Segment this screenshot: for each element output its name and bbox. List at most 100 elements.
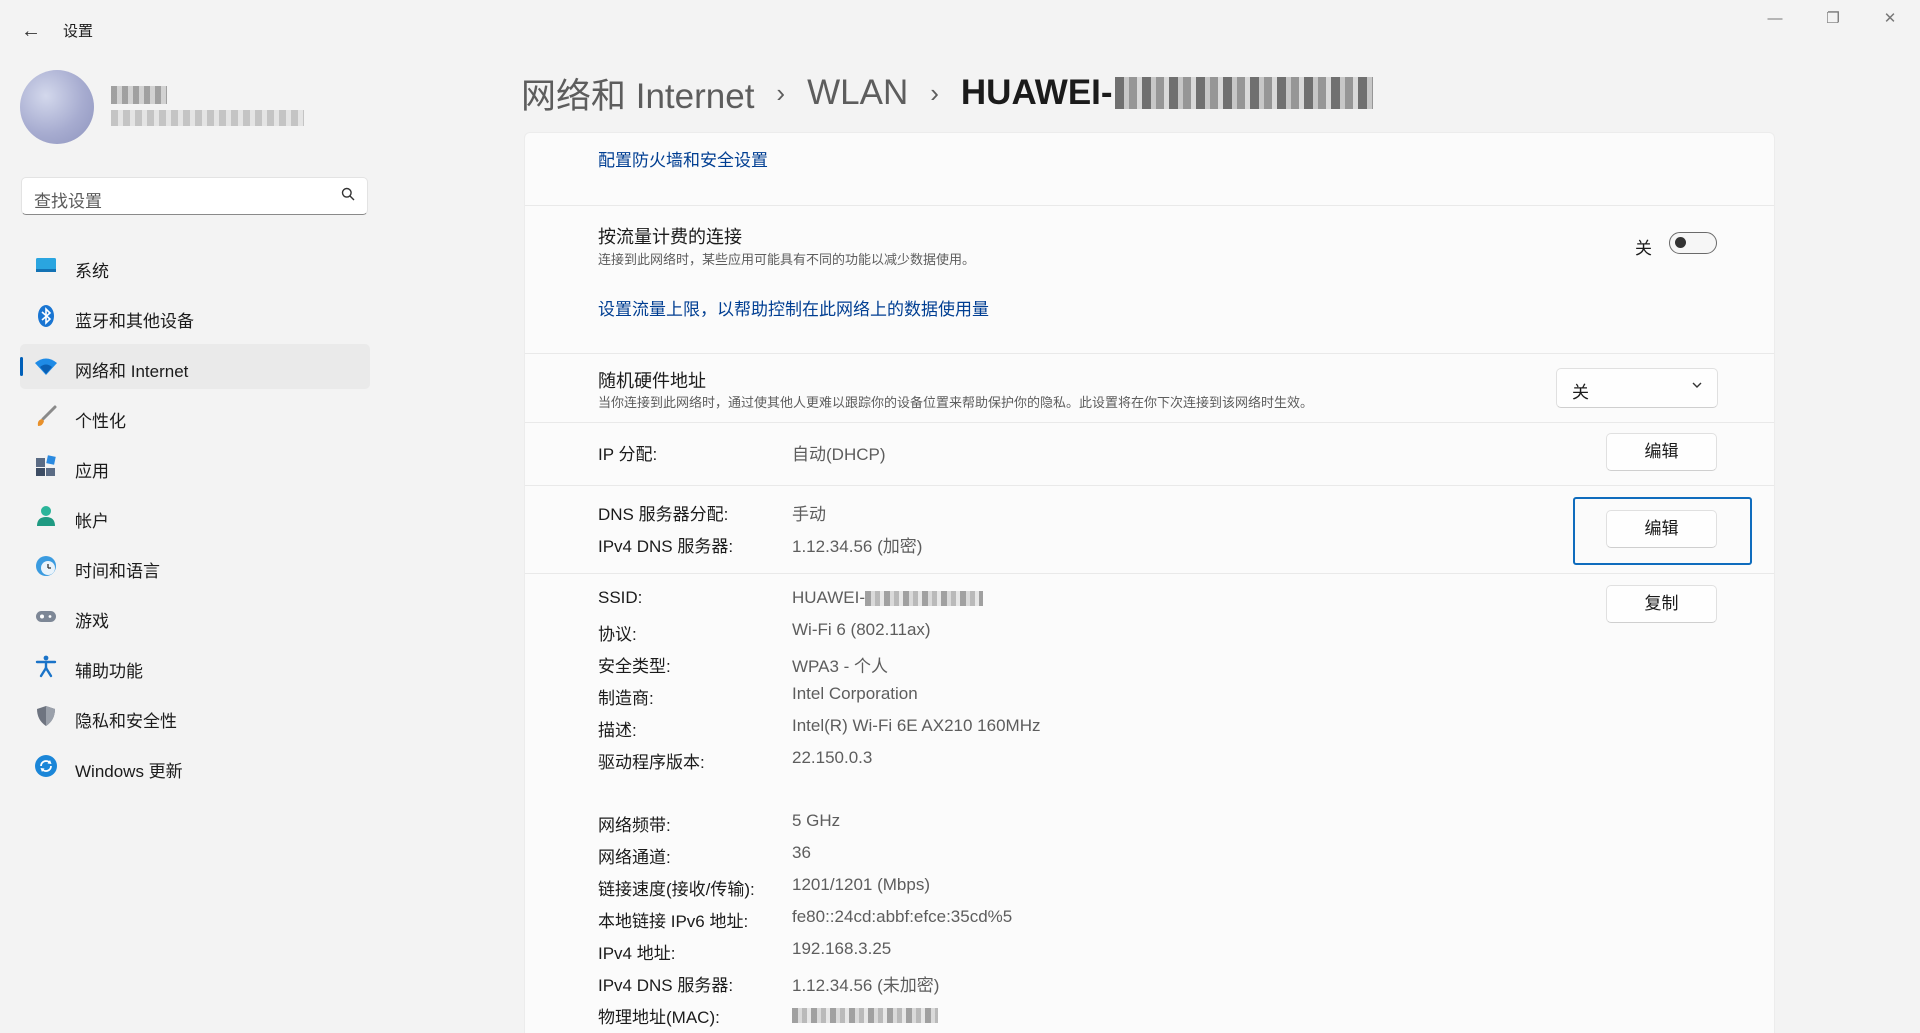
edit-dns-button[interactable]: 编辑 — [1606, 510, 1717, 548]
clock-globe-icon — [34, 554, 58, 578]
sidebar-item-label: 应用 — [75, 462, 109, 481]
sidebar-item-label: 时间和语言 — [75, 562, 160, 581]
property-value: 36 — [792, 843, 811, 862]
user-name-redacted — [111, 86, 167, 104]
ssid-redacted — [1114, 77, 1373, 109]
property-key: 制造商: — [598, 689, 654, 708]
sidebar-item-label: Windows 更新 — [75, 762, 183, 781]
minimize-button[interactable]: — — [1755, 8, 1795, 30]
divider — [525, 353, 1774, 354]
property-key: 网络频带: — [598, 816, 671, 835]
sidebar-item-personalization[interactable]: 个性化 — [20, 394, 370, 439]
property-value: Wi-Fi 6 (802.11ax) — [792, 620, 931, 639]
property-value: Intel(R) Wi-Fi 6E AX210 160MHz — [792, 716, 1041, 735]
sidebar-item-accounts[interactable]: 帐户 — [20, 494, 370, 539]
metered-connection-title: 按流量计费的连接 — [598, 227, 742, 247]
mac-key: 物理地址(MAC): — [598, 1008, 720, 1027]
search-placeholder: 查找设置 — [34, 192, 102, 211]
data-limit-link[interactable]: 设置流量上限，以帮助控制在此网络上的数据使用量 — [598, 295, 989, 320]
sidebar-item-label: 网络和 Internet — [75, 362, 189, 381]
copy-button[interactable]: 复制 — [1606, 585, 1717, 623]
apps-icon — [34, 454, 58, 478]
ssid-prefix: HUAWEI- — [792, 588, 866, 607]
breadcrumb: 网络和 Internet › WLAN › HUAWEI- — [521, 68, 1373, 118]
sidebar-item-label: 系统 — [75, 262, 109, 281]
divider — [525, 205, 1774, 206]
sidebar-item-label: 隐私和安全性 — [75, 712, 177, 731]
sidebar-item-accessibility[interactable]: 辅助功能 — [20, 644, 370, 689]
sidebar-nav: 系统 蓝牙和其他设备 网络和 Internet 个性化 应用 帐户 时间和语言 … — [20, 244, 370, 794]
restore-button[interactable]: ❐ — [1813, 8, 1853, 30]
user-email-redacted — [111, 110, 304, 126]
mac-value — [792, 1005, 938, 1025]
random-mac-desc: 当你连接到此网络时，通过使其他人更难以跟踪你的设备位置来帮助保护你的隐私。此设置… — [598, 395, 1314, 410]
app-title: 设置 — [63, 23, 94, 40]
firewall-settings-link[interactable]: 配置防火墙和安全设置 — [598, 146, 768, 171]
property-value: 1201/1201 (Mbps) — [792, 875, 930, 894]
avatar[interactable] — [20, 70, 94, 144]
bluetooth-icon — [34, 304, 58, 328]
random-mac-dropdown[interactable]: 关 — [1556, 368, 1718, 408]
sidebar-item-privacy[interactable]: 隐私和安全性 — [20, 694, 370, 739]
sidebar-item-apps[interactable]: 应用 — [20, 444, 370, 489]
edit-ip-button[interactable]: 编辑 — [1606, 433, 1717, 471]
toggle-knob — [1675, 237, 1686, 248]
brush-icon — [34, 404, 58, 428]
back-arrow-icon[interactable]: ← — [18, 18, 44, 44]
mac-redacted — [792, 1008, 938, 1024]
property-key: IPv4 DNS 服务器: — [598, 976, 734, 995]
monitor-icon — [34, 254, 58, 278]
ip-assignment-value: 自动(DHCP) — [792, 445, 886, 464]
divider — [525, 422, 1774, 423]
sidebar-item-time-language[interactable]: 时间和语言 — [20, 544, 370, 589]
metered-connection-desc: 连接到此网络时，某些应用可能具有不同的功能以减少数据使用。 — [598, 252, 976, 267]
property-value: WPA3 - 个人 — [792, 657, 889, 676]
sidebar-item-bluetooth[interactable]: 蓝牙和其他设备 — [20, 294, 370, 339]
property-key: 协议: — [598, 625, 637, 644]
sidebar-item-gaming[interactable]: 游戏 — [20, 594, 370, 639]
ssid-key: SSID: — [598, 588, 643, 607]
property-key: 驱动程序版本: — [598, 753, 705, 772]
breadcrumb-wlan[interactable]: WLAN — [807, 73, 908, 113]
property-value: fe80::24cd:abbf:efce:35cd%5 — [792, 907, 1013, 926]
property-value: Intel Corporation — [792, 684, 918, 703]
property-key: 网络通道: — [598, 848, 671, 867]
sidebar-item-label: 个性化 — [75, 412, 126, 431]
shield-icon — [34, 704, 58, 728]
wifi-properties-panel: 配置防火墙和安全设置 按流量计费的连接 连接到此网络时，某些应用可能具有不同的功… — [524, 132, 1775, 1033]
chevron-right-icon: › — [930, 77, 939, 108]
divider — [525, 573, 1774, 574]
divider — [525, 485, 1774, 486]
search-input[interactable]: 查找设置 — [21, 177, 368, 215]
property-key: 描述: — [598, 721, 637, 740]
dns-assignment-value: 手动 — [792, 505, 826, 524]
sidebar-item-windows-update[interactable]: Windows 更新 — [20, 744, 370, 789]
metered-toggle-label: 关 — [1635, 239, 1652, 258]
person-icon — [34, 504, 58, 528]
ipv4-dns-value: 1.12.34.56 (加密) — [792, 537, 923, 556]
gamepad-icon — [34, 604, 58, 628]
sidebar-item-system[interactable]: 系统 — [20, 244, 370, 289]
dropdown-value: 关 — [1572, 383, 1589, 402]
property-key: IPv4 地址: — [598, 944, 676, 963]
breadcrumb-network[interactable]: 网络和 Internet — [521, 68, 754, 119]
ipv4-dns-key: IPv4 DNS 服务器: — [598, 537, 734, 556]
search-icon[interactable] — [341, 187, 355, 205]
metered-connection-toggle[interactable] — [1669, 232, 1717, 254]
sidebar-item-label: 帐户 — [75, 512, 109, 531]
sidebar-item-label: 游戏 — [75, 612, 109, 631]
wifi-icon — [34, 354, 58, 378]
property-key: 安全类型: — [598, 657, 671, 676]
ssid-redacted — [865, 591, 984, 607]
title-bar: ← 设置 — ❐ ✕ — [0, 0, 1920, 60]
property-key: 链接速度(接收/传输): — [598, 880, 755, 899]
sidebar-item-network[interactable]: 网络和 Internet — [20, 344, 370, 389]
ip-assignment-key: IP 分配: — [598, 445, 658, 464]
property-value: 192.168.3.25 — [792, 939, 892, 958]
close-button[interactable]: ✕ — [1870, 8, 1910, 30]
sidebar-item-label: 辅助功能 — [75, 662, 143, 681]
property-key: 本地链接 IPv6 地址: — [598, 912, 749, 931]
property-value: 1.12.34.56 (未加密) — [792, 976, 940, 995]
accessibility-icon — [34, 654, 58, 678]
page-title: HUAWEI- — [960, 73, 1113, 112]
